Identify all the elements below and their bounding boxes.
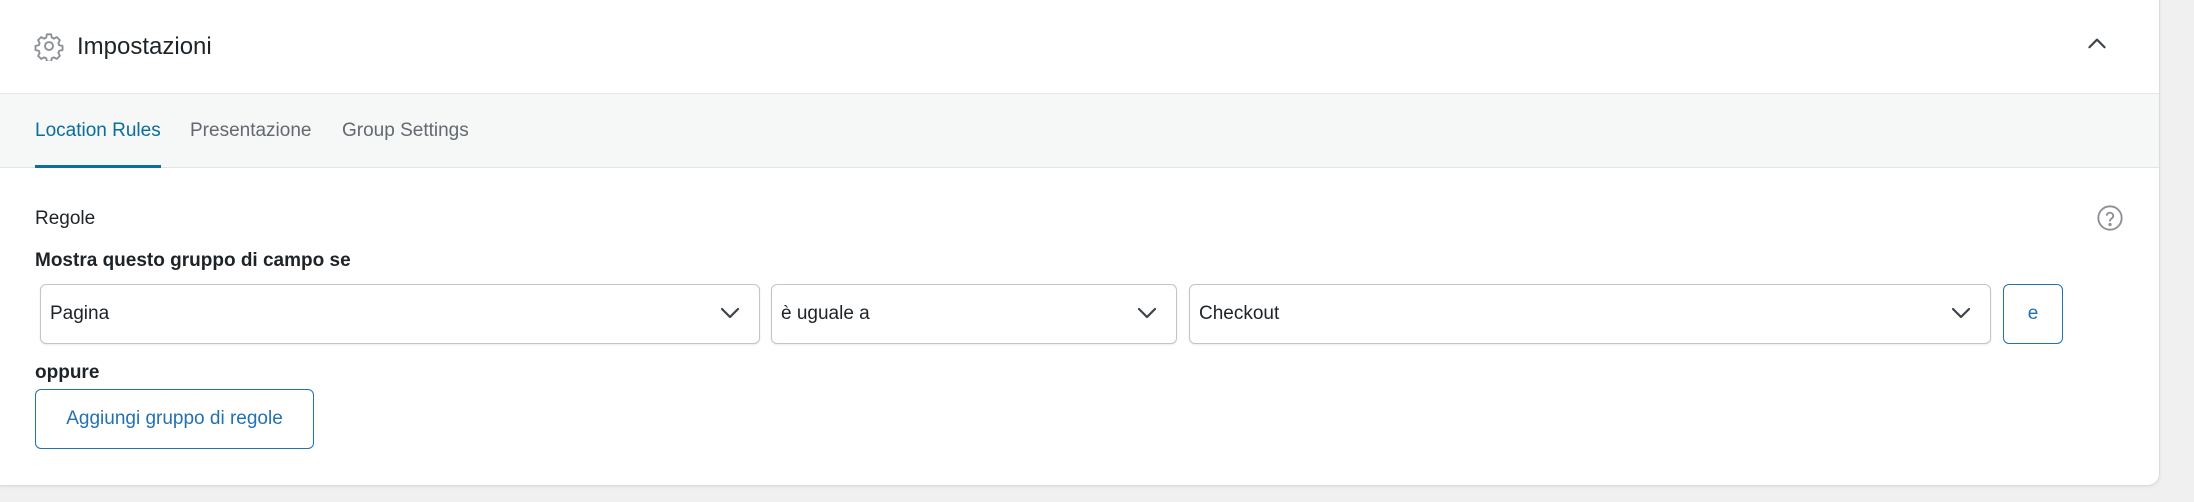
chevron-down-icon xyxy=(1951,307,1971,319)
rule-param-value: Pagina xyxy=(50,303,110,324)
rule-value-value: Checkout xyxy=(1199,303,1280,324)
rule-operator-value: è uguale a xyxy=(781,303,870,324)
panel-title: Impostazioni xyxy=(77,33,212,60)
tab-bar: Location Rules Presentazione Group Setti… xyxy=(0,94,2159,168)
settings-panel: Impostazioni Location Rules Presentazion… xyxy=(0,0,2160,486)
chevron-down-icon xyxy=(1137,307,1157,319)
help-icon[interactable] xyxy=(2096,204,2124,232)
rule-operator-select[interactable]: è uguale a xyxy=(771,284,1177,344)
chevron-up-icon[interactable] xyxy=(2084,31,2110,57)
rule-param-select[interactable]: Pagina xyxy=(40,284,760,344)
tab-group-settings[interactable]: Group Settings xyxy=(342,94,469,168)
tab-location-rules[interactable]: Location Rules xyxy=(35,94,161,168)
add-rule-group-button[interactable]: Aggiungi gruppo di regole xyxy=(35,389,314,449)
rule-value-select[interactable]: Checkout xyxy=(1189,284,1991,344)
panel-header: Impostazioni xyxy=(0,0,2159,94)
tab-presentazione[interactable]: Presentazione xyxy=(190,94,311,168)
rules-label: Regole xyxy=(35,208,96,229)
or-label: oppure xyxy=(35,362,100,383)
chevron-down-icon xyxy=(720,307,740,319)
show-if-label: Mostra questo gruppo di campo se xyxy=(35,250,351,271)
add-and-rule-button[interactable]: e xyxy=(2003,284,2063,344)
gear-icon xyxy=(34,33,64,61)
